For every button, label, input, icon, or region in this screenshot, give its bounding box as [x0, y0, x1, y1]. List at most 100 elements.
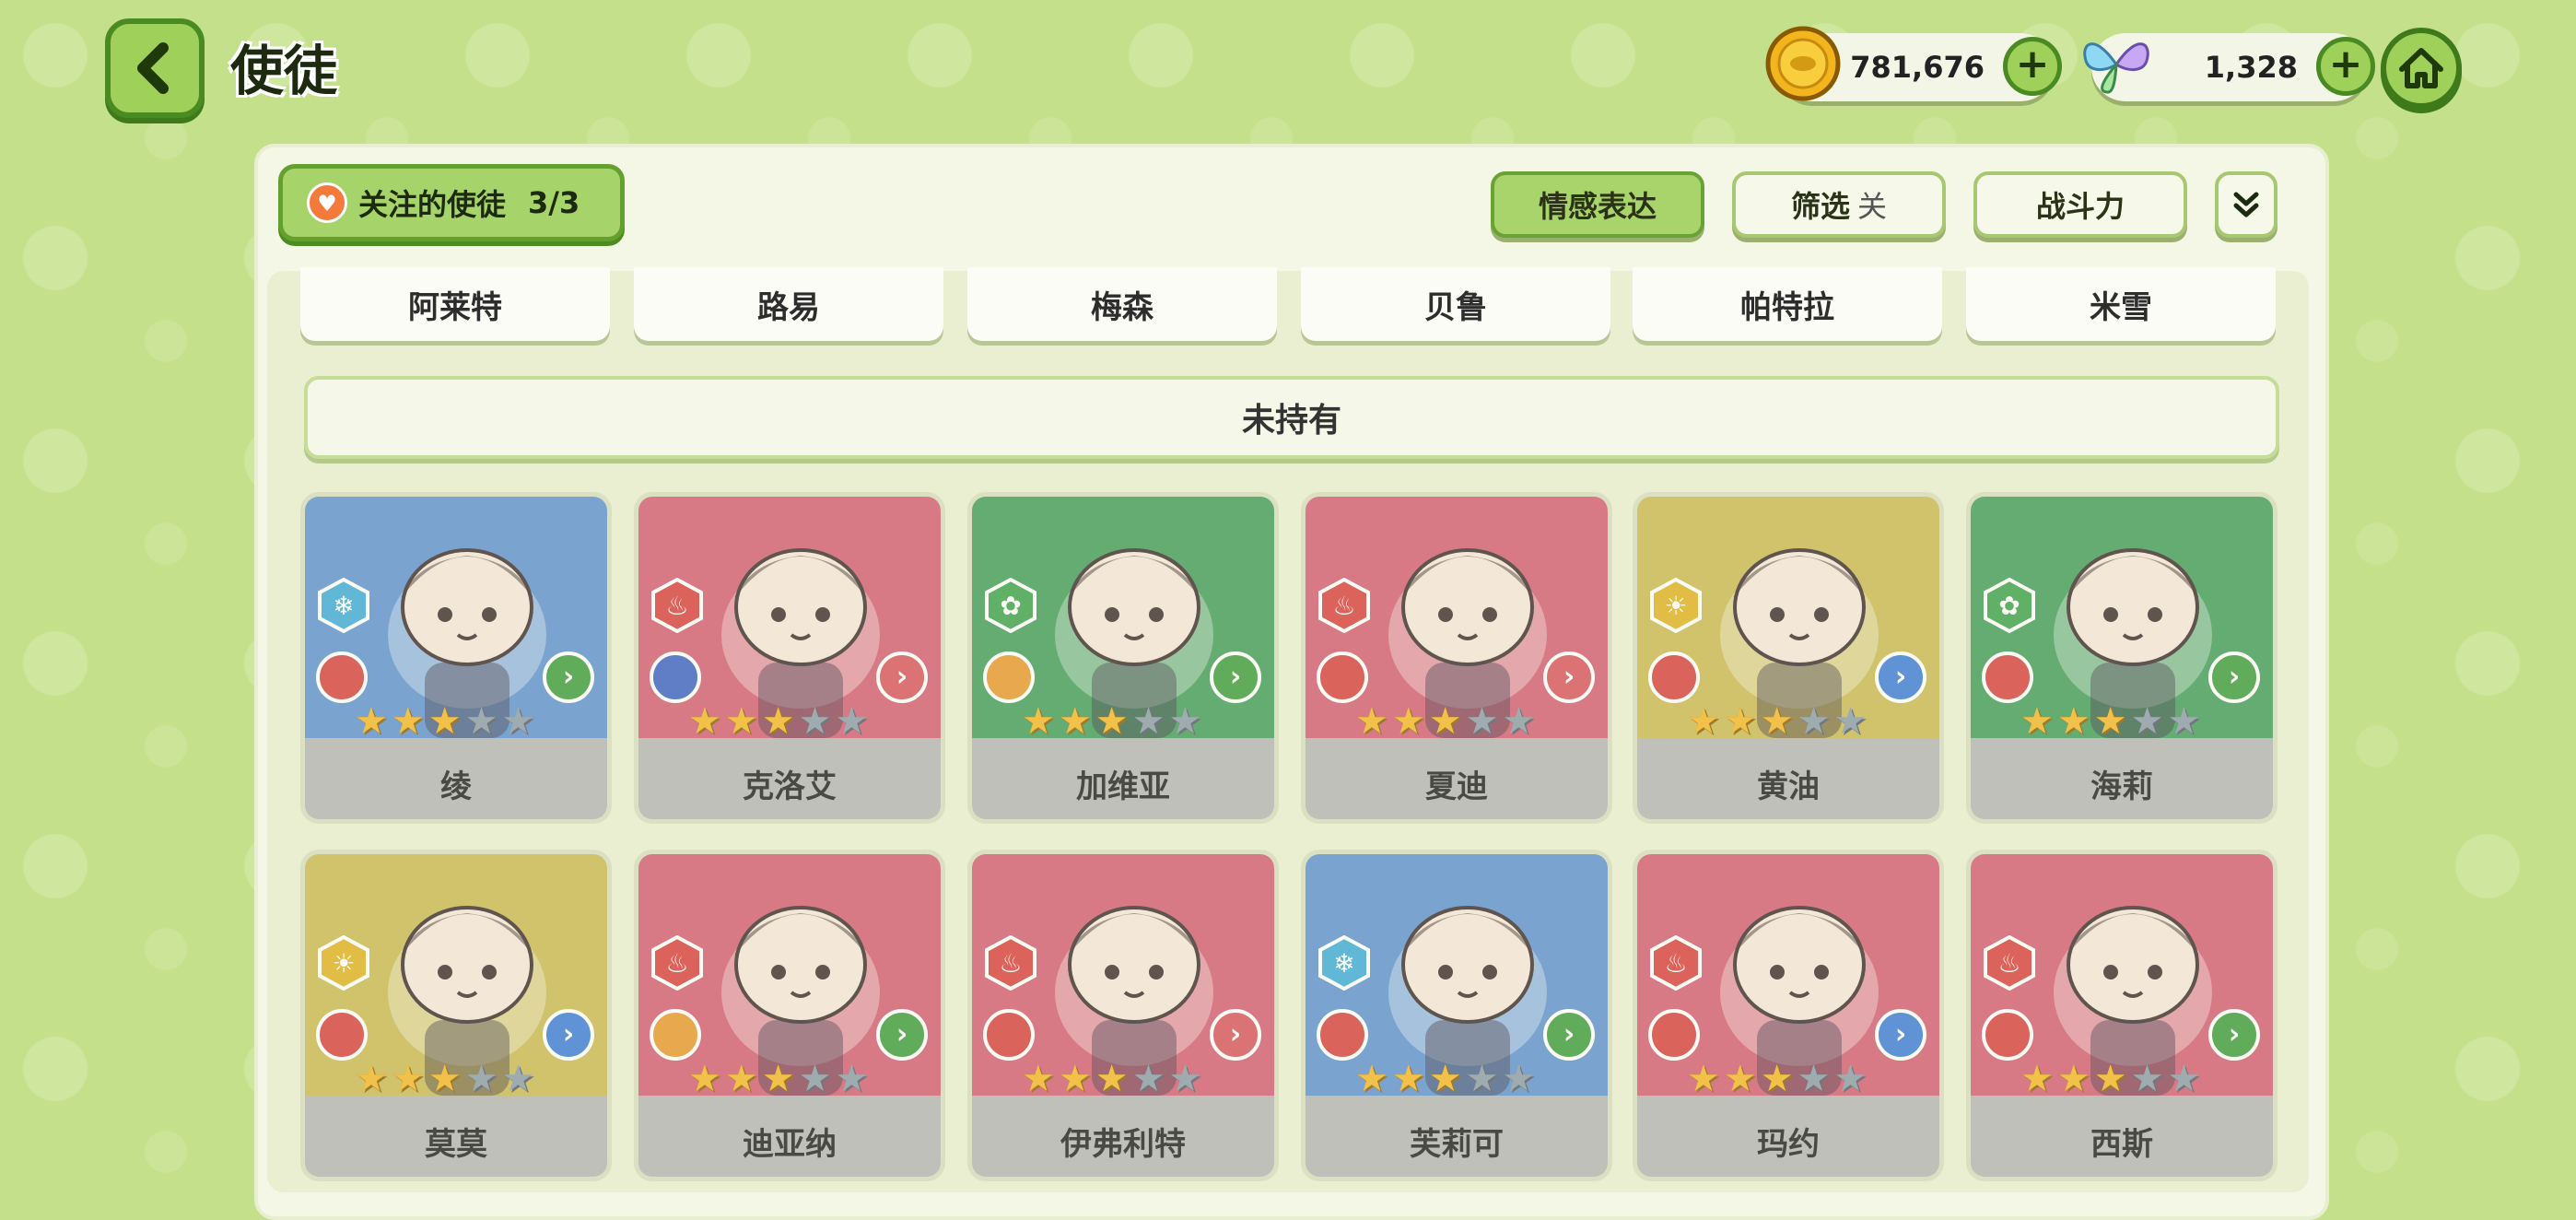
- star-filled-icon: ★: [1687, 700, 1720, 743]
- svg-text:♨: ♨: [999, 948, 1022, 979]
- role-icon: [650, 651, 701, 703]
- star-rating: ★ ★ ★ ★ ★: [355, 703, 534, 740]
- gold-currency: 781,676 +: [1765, 26, 2062, 101]
- owned-apostle-card[interactable]: 贝鲁: [1301, 267, 1610, 341]
- star-filled-icon: ★: [355, 700, 388, 743]
- star-filled-icon: ★: [2020, 700, 2054, 743]
- star-filled-icon: ★: [1687, 1058, 1720, 1100]
- apostle-name: 克洛艾: [638, 738, 941, 819]
- apostle-card[interactable]: ❄ › ★ ★ ★ ★ ★ 绫: [300, 492, 612, 824]
- svg-text:☀: ☀: [1664, 591, 1687, 621]
- star-empty-icon: ★: [1168, 1058, 1202, 1100]
- action-chevron-icon: ›: [1875, 651, 1926, 703]
- filter-button[interactable]: 筛选 关: [1732, 171, 1946, 238]
- back-button[interactable]: [105, 18, 205, 118]
- apostle-card[interactable]: ☀ › ★ ★ ★ ★ ★ 黄油: [1633, 492, 1944, 824]
- owned-apostle-card[interactable]: 米雪: [1966, 267, 2276, 341]
- favorite-count: 3/3: [528, 185, 580, 220]
- apostle-card[interactable]: ✿ › ★ ★ ★ ★ ★ 海莉: [1966, 492, 2277, 824]
- apostle-name: 伊弗利特: [972, 1096, 1274, 1177]
- star-filled-icon: ★: [1022, 700, 1055, 743]
- owned-apostle-card[interactable]: 帕特拉: [1633, 267, 1942, 341]
- action-chevron-icon: ›: [876, 1009, 928, 1061]
- apostle-card[interactable]: ❄ › ★ ★ ★ ★ ★ 芙莉可: [1301, 850, 1612, 1181]
- fire-element-icon: ♨: [650, 934, 705, 991]
- owned-apostle-card[interactable]: 阿莱特: [300, 267, 610, 341]
- favorite-apostles-button[interactable]: ♥ 关注的使徒 3/3: [278, 164, 625, 241]
- star-empty-icon: ★: [1797, 1058, 1831, 1100]
- star-filled-icon: ★: [761, 700, 795, 743]
- owned-apostle-card[interactable]: 路易: [634, 267, 943, 341]
- add-gem-button[interactable]: +: [2316, 37, 2375, 96]
- star-empty-icon: ★: [464, 1058, 498, 1100]
- chevron-left-icon: [137, 42, 169, 94]
- sort-power-button[interactable]: 战斗力: [1973, 171, 2187, 238]
- apostle-card[interactable]: ♨ › ★ ★ ★ ★ ★ 伊弗利特: [967, 850, 1279, 1181]
- star-rating: ★ ★ ★ ★ ★: [1355, 1061, 1535, 1097]
- star-filled-icon: ★: [1723, 700, 1757, 743]
- fire-element-icon: ♨: [650, 577, 705, 634]
- star-rating: ★ ★ ★ ★ ★: [688, 703, 868, 740]
- apostle-card[interactable]: ♨ › ★ ★ ★ ★ ★ 迪亚纳: [634, 850, 945, 1181]
- gem-currency: 1,328 +: [2083, 33, 2375, 101]
- apostle-card[interactable]: ☀ › ★ ★ ★ ★ ★ 莫莫: [300, 850, 612, 1181]
- star-empty-icon: ★: [1502, 1058, 1536, 1100]
- star-empty-icon: ★: [1465, 1058, 1499, 1100]
- svg-text:♨: ♨: [1332, 591, 1355, 621]
- svg-text:✿: ✿: [1000, 591, 1021, 621]
- svg-text:❄: ❄: [333, 591, 354, 621]
- ice-element-icon: ❄: [1317, 934, 1372, 991]
- star-empty-icon: ★: [501, 700, 535, 743]
- star-rating: ★ ★ ★ ★ ★: [1022, 703, 1201, 740]
- star-rating: ★ ★ ★ ★ ★: [2020, 1061, 2200, 1097]
- star-filled-icon: ★: [688, 1058, 721, 1100]
- role-icon: [1648, 1009, 1700, 1061]
- star-rating: ★ ★ ★ ★ ★: [1687, 1061, 1867, 1097]
- star-filled-icon: ★: [1355, 1058, 1388, 1100]
- action-chevron-icon: ›: [1210, 651, 1261, 703]
- apostle-name: 加维亚: [972, 738, 1274, 819]
- star-filled-icon: ★: [1095, 700, 1129, 743]
- emotion-button[interactable]: 情感表达: [1491, 171, 1704, 238]
- star-filled-icon: ★: [1723, 1058, 1757, 1100]
- star-filled-icon: ★: [1095, 1058, 1129, 1100]
- star-empty-icon: ★: [1131, 1058, 1165, 1100]
- owned-apostle-card[interactable]: 梅森: [967, 267, 1277, 341]
- apostle-card[interactable]: ♨ › ★ ★ ★ ★ ★ 克洛艾: [634, 492, 945, 824]
- apostle-name: 莫莫: [305, 1096, 607, 1177]
- star-filled-icon: ★: [391, 1058, 425, 1100]
- star-filled-icon: ★: [2093, 1058, 2127, 1100]
- not-owned-section-header: 未持有: [304, 376, 2279, 459]
- action-chevron-icon: ›: [543, 1009, 594, 1061]
- heart-icon: ♥: [307, 182, 347, 223]
- apostle-card[interactable]: ♨ › ★ ★ ★ ★ ★ 玛约: [1633, 850, 1944, 1181]
- star-filled-icon: ★: [688, 700, 721, 743]
- star-empty-icon: ★: [501, 1058, 535, 1100]
- light-element-icon: ☀: [316, 934, 371, 991]
- action-chevron-icon: ›: [2208, 1009, 2260, 1061]
- apostle-name: 西斯: [1971, 1096, 2273, 1177]
- svg-text:♨: ♨: [1997, 948, 2020, 979]
- add-gold-button[interactable]: +: [2003, 37, 2062, 96]
- svg-text:☀: ☀: [332, 948, 355, 979]
- butterfly-gem-icon: [2083, 42, 2149, 94]
- gold-amount: 781,676: [1850, 50, 1985, 85]
- star-rating: ★ ★ ★ ★ ★: [1355, 703, 1535, 740]
- apostle-card[interactable]: ♨ › ★ ★ ★ ★ ★ 西斯: [1966, 850, 2277, 1181]
- apostle-name: 夏迪: [1306, 738, 1608, 819]
- home-button[interactable]: [2381, 28, 2462, 109]
- gem-amount: 1,328: [2204, 50, 2298, 85]
- svg-text:♨: ♨: [665, 591, 688, 621]
- apostle-card[interactable]: ✿ › ★ ★ ★ ★ ★ 加维亚: [967, 492, 1279, 824]
- star-filled-icon: ★: [2056, 700, 2090, 743]
- collapse-button[interactable]: [2215, 171, 2277, 238]
- apostle-card[interactable]: ♨ › ★ ★ ★ ★ ★ 夏迪: [1301, 492, 1612, 824]
- star-empty-icon: ★: [2130, 1058, 2164, 1100]
- star-empty-icon: ★: [464, 700, 498, 743]
- star-filled-icon: ★: [724, 1058, 758, 1100]
- star-rating: ★ ★ ★ ★ ★: [1687, 703, 1867, 740]
- star-empty-icon: ★: [1797, 700, 1831, 743]
- star-filled-icon: ★: [1058, 700, 1092, 743]
- star-filled-icon: ★: [391, 700, 425, 743]
- star-empty-icon: ★: [1833, 700, 1868, 743]
